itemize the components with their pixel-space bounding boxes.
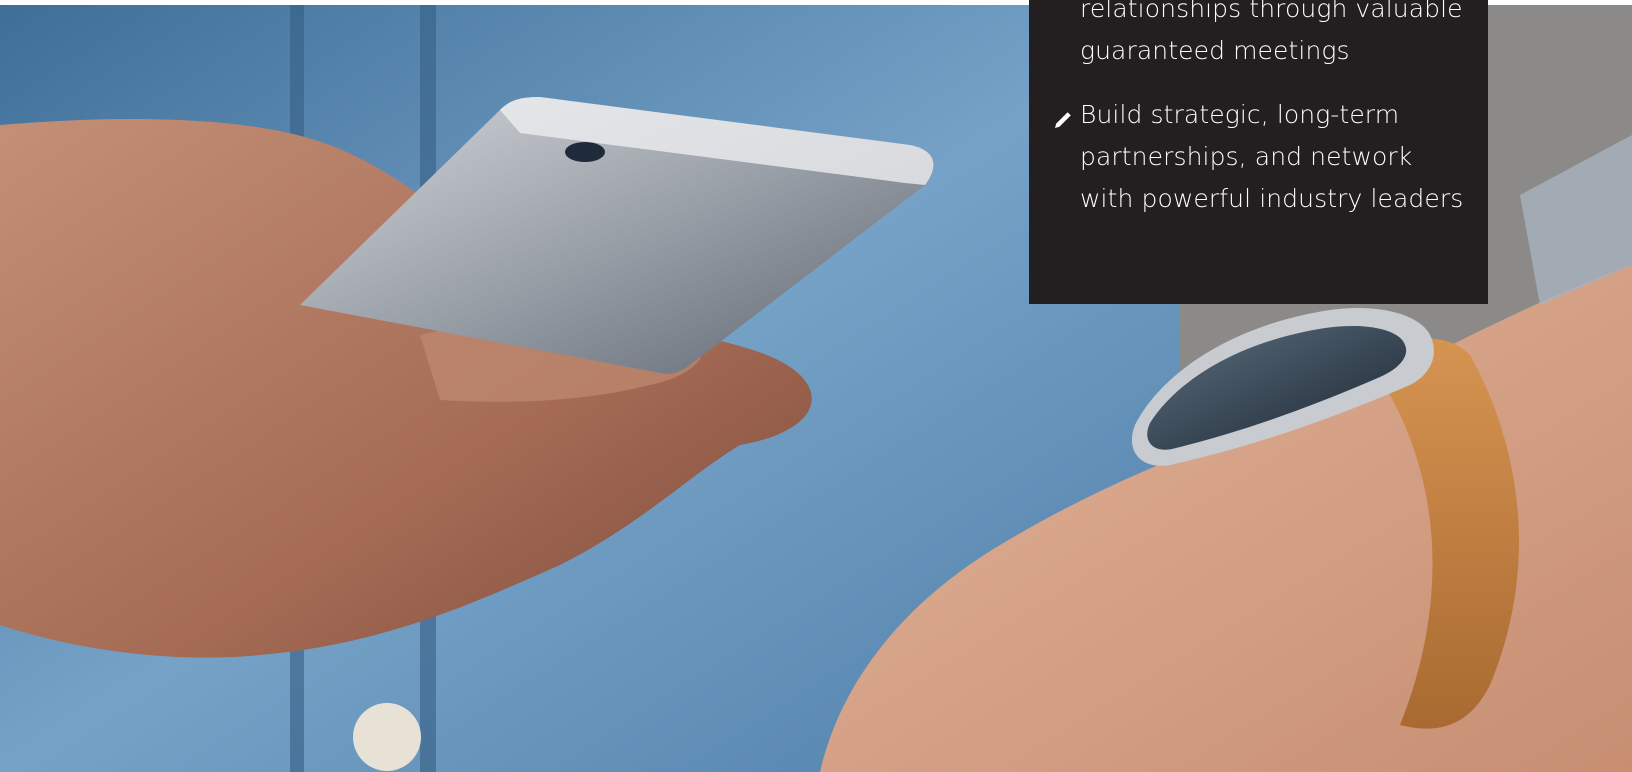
pencil-icon [1055, 112, 1071, 128]
benefits-list: Jump-start valuable business relationshi… [1053, 0, 1468, 220]
benefit-item: Build strategic, long-term partnerships,… [1053, 94, 1468, 220]
page: Jump-start valuable business relationshi… [0, 0, 1632, 772]
benefit-item: Jump-start valuable business relationshi… [1053, 0, 1468, 72]
benefit-text: Jump-start valuable business relationshi… [1080, 0, 1463, 65]
benefit-text: Build strategic, long-term partnerships,… [1080, 100, 1464, 213]
benefits-card: Jump-start valuable business relationshi… [1029, 0, 1488, 304]
